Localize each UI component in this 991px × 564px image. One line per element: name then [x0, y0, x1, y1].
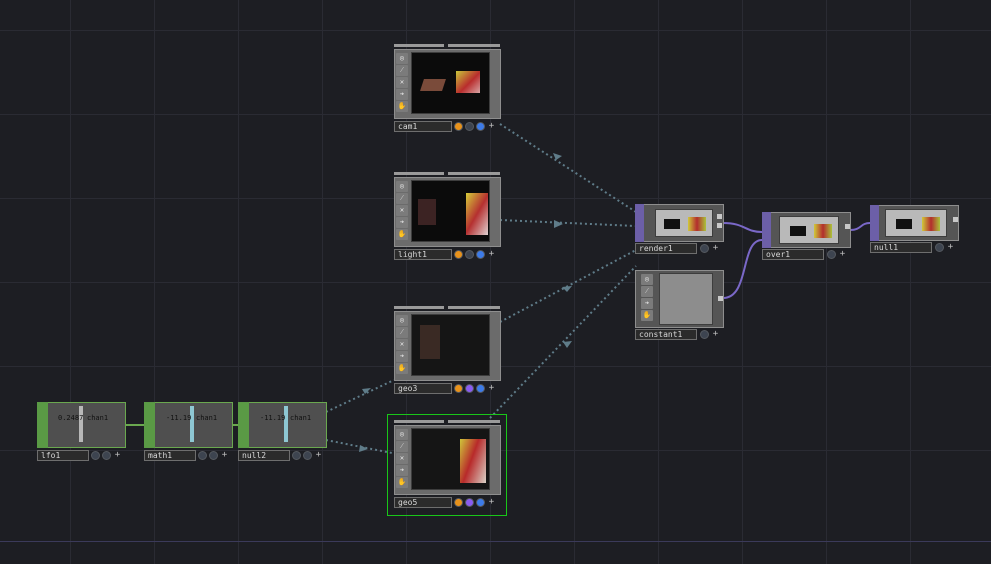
wand-icon[interactable]: ⁄	[396, 193, 408, 204]
channel-name: chan1	[196, 414, 218, 422]
target-icon[interactable]: ◎	[396, 181, 408, 192]
display-flag[interactable]	[454, 122, 463, 131]
hand-icon[interactable]: ✋	[396, 229, 408, 240]
node-label[interactable]: geo5	[394, 497, 452, 508]
node-viewer[interactable]	[659, 273, 713, 325]
node-label[interactable]: cam1	[394, 121, 452, 132]
wand-icon[interactable]: ⁄	[396, 327, 408, 338]
x-icon[interactable]: ✕	[396, 77, 408, 88]
node-label[interactable]: lfo1	[37, 450, 89, 461]
viewer-flag[interactable]	[476, 122, 485, 131]
node-math1[interactable]: -11.19 chan1 math1 +	[144, 402, 233, 462]
channel-bar	[79, 406, 83, 442]
plus-icon[interactable]: +	[487, 250, 496, 259]
node-constant1[interactable]: ◎ ⁄ ➔ ✋ constant1 +	[635, 270, 724, 340]
node-viewer[interactable]	[411, 428, 490, 490]
display-flag[interactable]	[454, 384, 463, 393]
viewer-flag[interactable]	[476, 250, 485, 259]
node-light1[interactable]: ◎ ⁄ ✕ ➔ ✋ light1 +	[394, 172, 501, 262]
plus-icon[interactable]: +	[487, 498, 496, 507]
hand-icon[interactable]: ✋	[396, 101, 408, 112]
channel-value: 0.2487	[58, 414, 84, 422]
hand-icon[interactable]: ✋	[396, 363, 408, 374]
hand-icon[interactable]: ✋	[396, 477, 408, 488]
plus-icon[interactable]: +	[946, 243, 955, 252]
node-label[interactable]: constant1	[635, 329, 697, 340]
node-viewer[interactable]	[885, 209, 947, 237]
x-icon[interactable]: ✕	[396, 339, 408, 350]
render-flag[interactable]	[465, 384, 474, 393]
display-flag[interactable]	[198, 451, 207, 460]
plus-icon[interactable]: +	[487, 384, 496, 393]
viewer-flag[interactable]	[827, 250, 836, 259]
node-label[interactable]: geo3	[394, 383, 452, 394]
viewer-flag[interactable]	[209, 451, 218, 460]
display-flag[interactable]	[454, 250, 463, 259]
arrow-right-icon[interactable]: ➔	[396, 351, 408, 362]
plus-icon[interactable]: +	[711, 330, 720, 339]
viewer-flag[interactable]	[476, 384, 485, 393]
display-flag[interactable]	[292, 451, 301, 460]
viewer-flag[interactable]	[700, 330, 709, 339]
channel-value: -11.19	[260, 414, 286, 422]
node-label[interactable]: over1	[762, 249, 824, 260]
viewer-flag[interactable]	[303, 451, 312, 460]
node-null2[interactable]: -11.19 chan1 null2 +	[238, 402, 327, 462]
render-flag[interactable]	[465, 250, 474, 259]
channel-name: chan1	[290, 414, 312, 422]
arrow-right-icon[interactable]: ➔	[396, 89, 408, 100]
node-viewer[interactable]	[655, 209, 713, 237]
target-icon[interactable]: ◎	[641, 274, 653, 285]
wand-icon[interactable]: ⁄	[396, 65, 408, 76]
node-label[interactable]: null1	[870, 242, 932, 253]
viewer-flag[interactable]	[102, 451, 111, 460]
node-label[interactable]: null2	[238, 450, 290, 461]
channel-value: -11.19	[166, 414, 192, 422]
node-label[interactable]: light1	[394, 249, 452, 260]
node-geo5[interactable]: ◎ ⁄ ✕ ➔ ✋ geo5 +	[394, 420, 501, 510]
node-viewer[interactable]	[411, 314, 490, 376]
node-viewer[interactable]	[411, 52, 490, 114]
node-render1[interactable]: render1 +	[635, 204, 724, 254]
channel-bar	[284, 406, 288, 442]
plus-icon[interactable]: +	[314, 451, 323, 460]
node-viewer[interactable]	[779, 216, 839, 244]
target-icon[interactable]: ◎	[396, 429, 408, 440]
plus-icon[interactable]: +	[220, 451, 229, 460]
plus-icon[interactable]: +	[711, 244, 720, 253]
viewer-flag[interactable]	[935, 243, 944, 252]
target-icon[interactable]: ◎	[396, 53, 408, 64]
viewer-flag[interactable]	[700, 244, 709, 253]
render-flag[interactable]	[465, 122, 474, 131]
node-geo3[interactable]: ◎ ⁄ ✕ ➔ ✋ geo3 +	[394, 306, 501, 396]
arrow-right-icon[interactable]: ➔	[641, 298, 653, 309]
plus-icon[interactable]: +	[838, 250, 847, 259]
arrow-right-icon[interactable]: ➔	[396, 217, 408, 228]
node-cam1[interactable]: ◎ ⁄ ✕ ➔ ✋ cam1 +	[394, 44, 501, 134]
viewer-flag[interactable]	[476, 498, 485, 507]
display-flag[interactable]	[91, 451, 100, 460]
x-icon[interactable]: ✕	[396, 453, 408, 464]
channel-bar	[190, 406, 194, 442]
wand-icon[interactable]: ⁄	[396, 441, 408, 452]
channel-name: chan1	[87, 414, 109, 422]
x-icon[interactable]: ✕	[396, 205, 408, 216]
node-viewer[interactable]	[411, 180, 490, 242]
node-label[interactable]: math1	[144, 450, 196, 461]
arrow-right-icon[interactable]: ➔	[396, 465, 408, 476]
display-flag[interactable]	[454, 498, 463, 507]
node-null1[interactable]: null1 +	[870, 205, 959, 255]
plus-icon[interactable]: +	[487, 122, 496, 131]
render-flag[interactable]	[465, 498, 474, 507]
target-icon[interactable]: ◎	[396, 315, 408, 326]
node-lfo1[interactable]: 0.2487 chan1 lfo1 +	[37, 402, 126, 462]
node-label[interactable]: render1	[635, 243, 697, 254]
wand-icon[interactable]: ⁄	[641, 286, 653, 297]
node-over1[interactable]: over1 +	[762, 212, 851, 262]
hand-icon[interactable]: ✋	[641, 310, 653, 321]
plus-icon[interactable]: +	[113, 451, 122, 460]
